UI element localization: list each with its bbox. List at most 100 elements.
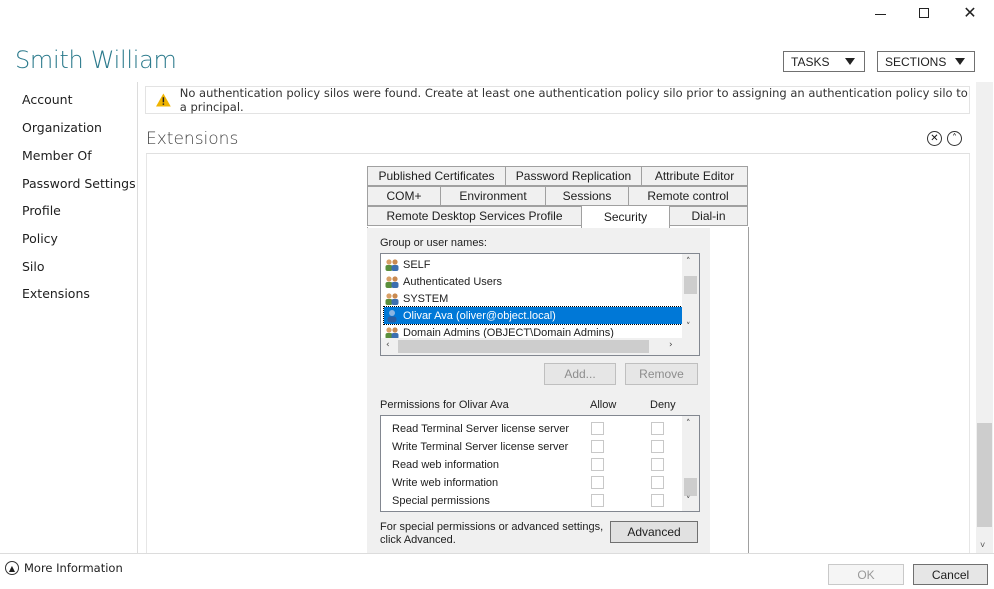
user-name: Domain Admins (OBJECT\Domain Admins) <box>403 326 614 339</box>
allow-checkbox[interactable] <box>591 494 604 507</box>
nav-item-member-of[interactable]: Member Of <box>22 148 92 163</box>
tab-password-replication[interactable]: Password Replication <box>505 166 642 186</box>
nav-item-account[interactable]: Account <box>22 92 72 107</box>
warning-text: No authentication policy silos were foun… <box>179 86 968 114</box>
advanced-button-label: Advanced <box>627 525 681 539</box>
tab-com-plus[interactable]: COM+ <box>367 186 441 206</box>
tasks-label: TASKS <box>791 54 830 69</box>
nav-item-extensions[interactable]: Extensions <box>22 286 90 301</box>
nav-item-policy[interactable]: Policy <box>22 231 58 246</box>
chevron-right-icon[interactable]: › <box>669 340 673 350</box>
page-scrollbar[interactable]: ˅ <box>976 82 993 553</box>
advanced-hint-line2: click Advanced. <box>380 534 456 546</box>
section-nav: Account Organization Member Of Password … <box>0 82 138 553</box>
deny-column-header: Deny <box>650 399 676 411</box>
scrollbar-thumb[interactable] <box>684 478 697 496</box>
minimize-icon <box>874 13 886 15</box>
maximize-button[interactable] <box>904 2 944 24</box>
cancel-button[interactable]: Cancel <box>913 564 988 585</box>
table-row: Write web information <box>392 474 682 492</box>
deny-checkbox[interactable] <box>651 440 664 453</box>
chevron-up-icon: ▲ <box>5 561 19 575</box>
more-information-toggle[interactable]: ▲ More Information <box>5 561 123 575</box>
tab-dial-in[interactable]: Dial-in <box>669 206 748 226</box>
deny-checkbox[interactable] <box>651 494 664 507</box>
tab-published-certificates[interactable]: Published Certificates <box>367 166 506 186</box>
nav-item-password-settings[interactable]: Password Settings <box>22 176 136 191</box>
add-button[interactable]: Add... <box>544 363 616 385</box>
allow-checkbox[interactable] <box>591 476 604 489</box>
allow-checkbox[interactable] <box>591 440 604 453</box>
tab-remote-control[interactable]: Remote control <box>628 186 748 206</box>
deny-checkbox[interactable] <box>651 476 664 489</box>
user-name: SYSTEM <box>403 292 449 305</box>
user-icon <box>387 309 397 322</box>
deny-checkbox[interactable] <box>651 458 664 471</box>
more-information-label: More Information <box>24 561 123 575</box>
table-row: Write Terminal Server license server <box>392 438 682 456</box>
advanced-button[interactable]: Advanced <box>610 521 698 543</box>
user-name: Authenticated Users <box>403 275 503 288</box>
permissions-vscrollbar[interactable]: ˄ ˅ <box>682 416 699 511</box>
permission-name: Special permissions <box>392 495 490 507</box>
table-row: Read Terminal Server license server <box>392 420 682 438</box>
tab-environment[interactable]: Environment <box>440 186 546 206</box>
chevron-down-icon <box>955 58 965 65</box>
chevron-down-icon[interactable]: ˅ <box>980 540 985 550</box>
users-group-icon <box>385 258 399 271</box>
extensions-heading: Extensions <box>146 129 239 149</box>
advanced-hint-line1: For special permissions or advanced sett… <box>380 521 604 533</box>
warning-banner: No authentication policy silos were foun… <box>145 86 970 114</box>
tab-sessions[interactable]: Sessions <box>545 186 629 206</box>
allow-checkbox[interactable] <box>591 458 604 471</box>
close-section-button[interactable]: ✕ <box>927 131 942 146</box>
close-window-button[interactable]: ✕ <box>950 2 990 24</box>
close-icon: ✕ <box>963 3 977 22</box>
nav-item-silo[interactable]: Silo <box>22 259 45 274</box>
allow-checkbox[interactable] <box>591 422 604 435</box>
chevron-up-icon[interactable]: ˄ <box>686 419 691 429</box>
ok-button-label: OK <box>857 567 875 582</box>
permission-name: Write Terminal Server license server <box>392 441 569 453</box>
list-item[interactable]: SYSTEM <box>384 290 682 307</box>
scrollbar-thumb[interactable] <box>977 423 992 527</box>
chevron-down-icon <box>845 58 855 65</box>
scrollbar-thumb[interactable] <box>684 276 697 294</box>
tab-security[interactable]: Security <box>581 205 670 228</box>
chevron-down-icon[interactable]: ˅ <box>686 496 691 506</box>
permission-name: Write web information <box>392 477 499 489</box>
table-row: Special permissions <box>392 492 682 510</box>
collapse-section-button[interactable]: ˄ <box>947 131 962 146</box>
tab-remote-desktop-services-profile[interactable]: Remote Desktop Services Profile <box>367 206 582 226</box>
users-group-icon <box>385 292 399 305</box>
tab-attribute-editor[interactable]: Attribute Editor <box>641 166 748 186</box>
user-listbox[interactable]: SELF Authenticated Users SYSTEM Olivar A… <box>380 253 700 356</box>
table-row: Read web information <box>392 456 682 474</box>
minimize-button[interactable] <box>860 2 900 24</box>
permission-name: Read Terminal Server license server <box>392 423 570 435</box>
list-item-selected[interactable]: Olivar Ava (oliver@object.local) <box>383 306 683 325</box>
user-list-hscrollbar[interactable]: ‹ › <box>381 338 682 355</box>
permissions-listbox[interactable]: Read Terminal Server license server Writ… <box>380 415 700 512</box>
chevron-down-icon[interactable]: ˅ <box>686 322 691 332</box>
nav-item-organization[interactable]: Organization <box>22 120 102 135</box>
chevron-up-icon[interactable]: ˄ <box>686 257 691 267</box>
nav-item-profile[interactable]: Profile <box>22 203 61 218</box>
sections-button[interactable]: SECTIONS <box>877 51 975 72</box>
tasks-button[interactable]: TASKS <box>783 51 865 72</box>
list-item[interactable]: SELF <box>384 256 682 273</box>
list-item[interactable]: Authenticated Users <box>384 273 682 290</box>
chevron-left-icon[interactable]: ‹ <box>386 340 390 350</box>
warning-icon <box>156 93 171 107</box>
deny-checkbox[interactable] <box>651 422 664 435</box>
scrollbar-thumb[interactable] <box>398 340 649 353</box>
ok-button[interactable]: OK <box>828 564 904 585</box>
scrollbar-corner <box>682 338 699 355</box>
page-title: Smith William <box>15 46 177 74</box>
remove-button[interactable]: Remove <box>625 363 698 385</box>
user-list-vscrollbar[interactable]: ˄ ˅ <box>682 254 699 338</box>
user-name: Olivar Ava (oliver@object.local) <box>403 309 556 322</box>
chevron-up-icon: ˄ <box>952 132 957 144</box>
allow-column-header: Allow <box>590 399 617 411</box>
user-name: SELF <box>403 258 431 271</box>
